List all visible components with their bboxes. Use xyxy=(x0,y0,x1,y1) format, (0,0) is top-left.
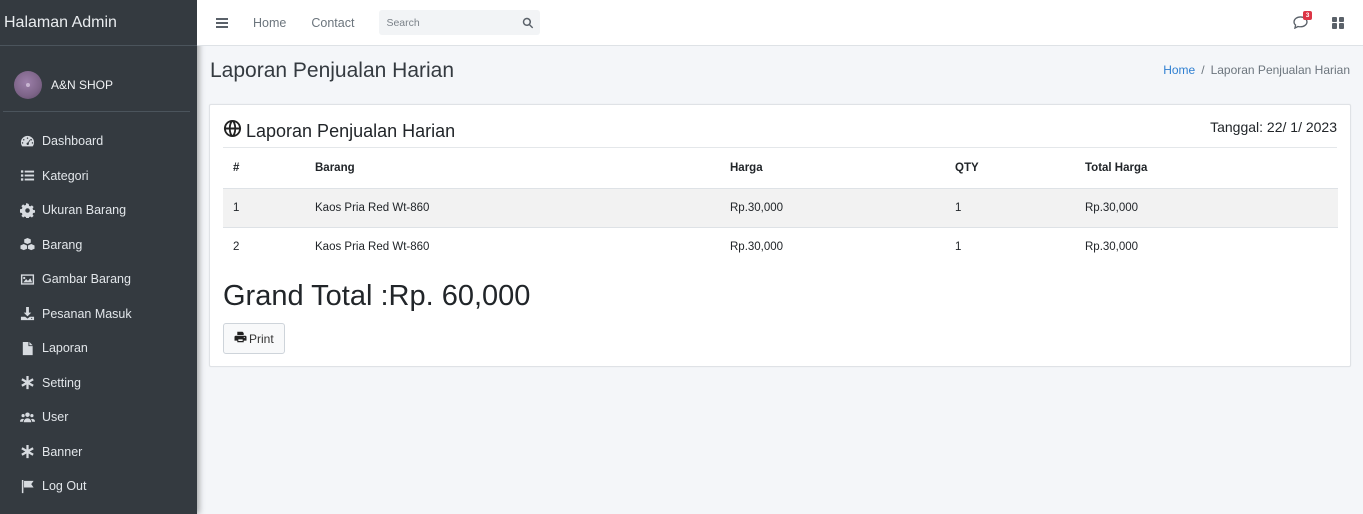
column-header: Total Harga xyxy=(1075,148,1338,189)
navbar-right: 3 xyxy=(1293,10,1344,30)
sidebar-menu: Dashboard Kategori Ukuran Barang Barang … xyxy=(0,124,197,504)
avatar xyxy=(14,71,42,99)
card-title: Laporan Penjualan Harian xyxy=(223,119,455,143)
sidebar-item-gambar-barang[interactable]: Gambar Barang xyxy=(0,262,197,297)
tachometer-icon xyxy=(19,133,35,149)
search-input[interactable] xyxy=(386,16,507,29)
top-navbar: Home Contact 3 xyxy=(197,0,1363,46)
breadcrumb-separator: / xyxy=(1201,63,1205,77)
nav-home-link[interactable]: Home xyxy=(253,16,286,30)
sidebar-item-kategori[interactable]: Kategori xyxy=(0,159,197,194)
report-date: Tanggal: 22/ 1/ 2023 xyxy=(1210,119,1337,135)
print-button[interactable]: Print xyxy=(223,323,285,354)
asterisk-icon xyxy=(19,375,35,391)
notification-badge: 3 xyxy=(1303,10,1312,20)
sidebar-item-dashboard[interactable]: Dashboard xyxy=(0,124,197,159)
brand-title[interactable]: Halaman Admin xyxy=(0,0,197,46)
print-button-label: Print xyxy=(249,331,274,346)
cell-total: Rp.30,000 xyxy=(1075,188,1338,228)
sales-table: # Barang Harga QTY Total Harga 1 Kaos Pr… xyxy=(223,148,1338,266)
grid-icon[interactable] xyxy=(1332,16,1344,29)
sidebar-item-label: Banner xyxy=(42,444,83,459)
image-icon xyxy=(19,271,35,287)
breadcrumb-current: Laporan Penjualan Harian xyxy=(1210,63,1350,77)
cell-no: 2 xyxy=(233,240,240,253)
breadcrumb-home-link[interactable]: Home xyxy=(1163,63,1195,77)
sidebar-item-setting[interactable]: Setting xyxy=(0,366,197,401)
search-icon[interactable] xyxy=(522,17,534,29)
search-box xyxy=(379,10,541,35)
sidebar-item-label: Kategori xyxy=(42,168,89,183)
sidebar-item-ukuran-barang[interactable]: Ukuran Barang xyxy=(0,193,197,228)
sidebar-item-laporan[interactable]: Laporan xyxy=(0,331,197,366)
cell-qty: 1 xyxy=(955,240,962,253)
table-row: 1 Kaos Pria Red Wt-860 Rp.30,000 1 Rp.30… xyxy=(223,188,1338,228)
sidebar-item-label: Ukuran Barang xyxy=(42,203,127,218)
cell-harga: Rp.30,000 xyxy=(730,240,784,253)
sidebar-item-barang[interactable]: Barang xyxy=(0,228,197,263)
page-title: Laporan Penjualan Harian xyxy=(210,59,455,82)
sidebar-item-label: Pesanan Masuk xyxy=(42,306,132,321)
card-header: Laporan Penjualan Harian Tanggal: 22/ 1/… xyxy=(223,105,1337,148)
comments-icon[interactable]: 3 xyxy=(1293,10,1312,30)
card-title-text: Laporan Penjualan Harian xyxy=(246,120,456,141)
table-row: 2 Kaos Pria Red Wt-860 Rp.30,000 1 Rp.30… xyxy=(223,227,1338,266)
column-header: Harga xyxy=(720,148,945,189)
sidebar-item-label: Gambar Barang xyxy=(42,272,131,287)
sidebar: Halaman Admin A&N SHOP Dashboard Kategor… xyxy=(0,0,197,514)
report-card: Laporan Penjualan Harian Tanggal: 22/ 1/… xyxy=(209,104,1351,367)
nav-contact-link[interactable]: Contact xyxy=(311,16,354,30)
sidebar-item-label: Laporan xyxy=(42,341,88,356)
print-icon xyxy=(234,331,249,346)
sidebar-item-label: User xyxy=(42,410,69,425)
sidebar-item-log-out[interactable]: Log Out xyxy=(0,469,197,504)
table-header-row: # Barang Harga QTY Total Harga xyxy=(223,148,1338,189)
sidebar-item-label: Barang xyxy=(42,237,83,252)
column-header: Barang xyxy=(305,148,720,189)
file-icon xyxy=(19,340,35,356)
sidebar-item-user[interactable]: User xyxy=(0,400,197,435)
column-header: QTY xyxy=(945,148,1075,189)
cell-barang: Kaos Pria Red Wt-860 xyxy=(305,188,720,228)
asterisk-icon xyxy=(19,444,35,460)
sidebar-item-label: Log Out xyxy=(42,479,87,494)
cubes-icon xyxy=(19,237,35,253)
user-panel: A&N SHOP xyxy=(3,46,190,112)
menu-toggle-icon[interactable] xyxy=(216,17,228,29)
cell-barang: Kaos Pria Red Wt-860 xyxy=(315,240,430,253)
sidebar-item-label: Dashboard xyxy=(42,134,104,149)
sidebar-item-pesanan-masuk[interactable]: Pesanan Masuk xyxy=(0,297,197,332)
cog-icon xyxy=(19,202,35,218)
cell-qty: 1 xyxy=(945,188,1075,228)
download-icon xyxy=(19,306,35,322)
sidebar-item-label: Setting xyxy=(42,375,81,390)
grand-total: Grand Total :Rp. 60,000 xyxy=(223,280,531,312)
cell-harga: Rp.30,000 xyxy=(720,188,945,228)
list-icon xyxy=(19,168,35,184)
globe-icon xyxy=(223,119,246,143)
breadcrumb: Home / Laporan Penjualan Harian xyxy=(1163,63,1350,77)
cell-no: 1 xyxy=(223,188,305,228)
column-header: # xyxy=(223,148,305,189)
users-icon xyxy=(19,409,35,425)
sidebar-item-banner[interactable]: Banner xyxy=(0,435,197,470)
user-name[interactable]: A&N SHOP xyxy=(51,78,113,92)
cell-total: Rp.30,000 xyxy=(1085,240,1139,253)
flag-icon xyxy=(19,478,35,494)
